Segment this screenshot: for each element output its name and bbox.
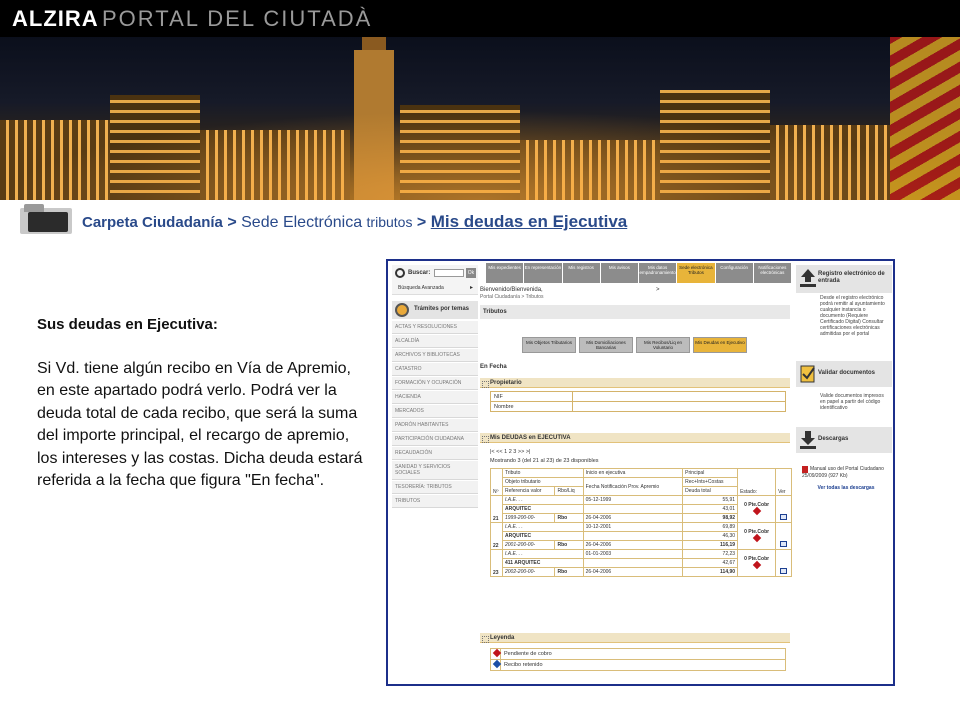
table-row: 23 I.A.E. . . 01-01-2003 72,23 0 Pte.Cob… [490, 549, 792, 577]
leyenda-header: Leyenda [480, 633, 790, 643]
view-receipt-icon[interactable] [780, 568, 788, 574]
search-ok-button[interactable]: Ok [466, 268, 476, 278]
view-receipt-icon[interactable] [780, 514, 788, 520]
tab-registros[interactable]: Mis registros [562, 263, 600, 283]
menu-item[interactable]: Hacienda [392, 391, 478, 404]
portal-subtitle: PORTAL DEL CIUTADÀ [102, 6, 373, 31]
en-fecha-label: En Fecha [480, 364, 507, 370]
breadcrumb-sede-link[interactable]: Sede Electrónica tributos [241, 214, 412, 231]
menu-item[interactable]: Participación ciudadana [392, 433, 478, 446]
view-receipt-icon[interactable] [780, 541, 788, 547]
download-icon [800, 431, 816, 449]
welcome: Bienvenido/Bienvenida, > Portal Ciudadaní… [480, 287, 660, 300]
pending-icon [752, 560, 761, 570]
leyenda-table: Pendiente de cobro Recibo retenido [490, 648, 786, 671]
themes-icon [395, 303, 409, 317]
registro-box[interactable]: Registro electrónico de entrada [796, 265, 892, 293]
menu-item[interactable]: Sanidad y servicios sociales [392, 461, 478, 480]
tab-notificaciones[interactable]: Notificaciones electrónicas [753, 263, 791, 283]
check-document-icon [800, 365, 815, 383]
menu-item[interactable]: Alcaldía [392, 335, 478, 348]
menu-item[interactable]: Mercados [392, 405, 478, 418]
recibos-button[interactable]: Mis Recibos/Liq en Voluntario [636, 337, 690, 353]
pager: |< << 1 2 3 >> >| Mostrando 3 (del 21 al… [490, 448, 599, 466]
menu-item[interactable]: Tesorería: Tributos [392, 481, 478, 494]
tributos-buttons: Mis Objetos Tributarios Mis Domiciliacio… [522, 337, 750, 353]
deudas-button[interactable]: Mis Deudas en Ejecutivo [693, 337, 747, 353]
objetos-button[interactable]: Mis Objetos Tributarios [522, 337, 576, 353]
manual-link[interactable]: Manual uso del Portal Ciudadano 25/09/20… [802, 466, 884, 479]
portal-tabs: Mis expedientes En representación Mis re… [486, 263, 792, 283]
ver-todas-link[interactable]: Ver todas las descargas [802, 485, 890, 491]
top-bar: ALZIRA PORTAL DEL CIUTADÀ [0, 0, 960, 37]
search-icon [395, 268, 405, 278]
arrow-right-icon: ▸ [470, 285, 474, 291]
tab-tributos[interactable]: Sede electrónica Tributos [677, 263, 715, 283]
brand-name: ALZIRA [12, 6, 99, 31]
search-input[interactable] [434, 269, 464, 277]
tab-configuracion[interactable]: Configuración [715, 263, 753, 283]
upload-icon [800, 269, 816, 287]
validar-box[interactable]: Validar documentos [796, 361, 892, 387]
propietario-header: Propietario [480, 378, 790, 388]
tab-empadronamiento[interactable]: Mis datos empadronamiento [639, 263, 677, 283]
domiciliaciones-button[interactable]: Mis Domiciliaciones Bancarias [579, 337, 633, 353]
flag-decoration [890, 37, 960, 200]
table-row: 21 I.A.E. . . 05-12-1999 55,91 0 Pte.Cob… [490, 495, 792, 523]
intro-title: Sus deudas en Ejecutiva: [37, 316, 218, 333]
showing-count: Mostrando 3 (del 21 al 23) de 23 disponi… [490, 458, 599, 464]
city-banner [0, 37, 960, 200]
folder-icon [20, 202, 72, 234]
advanced-search-link[interactable]: Búsqueda Avanzada [398, 285, 444, 291]
pending-icon [752, 533, 761, 543]
portal-sidebar: Buscar: Ok Búsqueda Avanzada ▸ Trámites … [390, 263, 478, 683]
menu-item[interactable]: Tributos [392, 495, 478, 508]
tab-avisos[interactable]: Mis avisos [600, 263, 638, 283]
breadcrumb-current-link[interactable]: Mis deudas en Ejecutiva [431, 212, 628, 231]
portal-screenshot: Buscar: Ok Búsqueda Avanzada ▸ Trámites … [386, 259, 895, 686]
menu-item[interactable]: Archivos y bibliotecas [392, 349, 478, 362]
portal-main: Mis expedientes En representación Mis re… [480, 263, 792, 683]
propietario-table: NIF Nombre [490, 391, 786, 412]
retained-icon [492, 659, 502, 669]
menu-item[interactable]: Padrón habitantes [392, 419, 478, 432]
descargas-list: Manual uso del Portal Ciudadano 25/09/20… [802, 466, 890, 491]
deudas-table: Nº Tributo Inicio en ejecutiva Principal… [490, 468, 792, 577]
search-panel: Buscar: Ok Búsqueda Avanzada ▸ [392, 265, 478, 295]
section-title: Tributos [480, 305, 790, 319]
pending-icon [492, 648, 502, 658]
registro-text: Desde el registro electrónico podrá remi… [820, 295, 885, 337]
intro-text: Si Vd. tiene algún recibo en Vía de Apre… [37, 360, 363, 490]
menu-item[interactable]: Recaudación [392, 447, 478, 460]
menu-item[interactable]: Formación y ocupación [392, 377, 478, 390]
table-row: 22 I.A.E. . . 10-12-2001 69,89 0 Pte.Cob… [490, 522, 792, 550]
menu-item[interactable]: Catastro [392, 363, 478, 376]
pager-links[interactable]: |< << 1 2 3 >> >| [490, 449, 530, 455]
menu-item[interactable]: Actas y resoluciones [392, 321, 478, 334]
validar-text: Valide documentos impresos en papel a pa… [820, 393, 884, 411]
deudas-header: Mis DEUDAS en EJECUTIVA [480, 433, 790, 443]
portal-right-panel: Registro electrónico de entrada Desde el… [796, 263, 892, 523]
tab-expedientes[interactable]: Mis expedientes [486, 263, 524, 283]
welcome-path: Portal Ciudadanía > Tributos [480, 294, 544, 300]
tab-representacion[interactable]: En representación [524, 263, 562, 283]
breadcrumb: Carpeta Ciudadanía > Sede Electrónica tr… [82, 212, 628, 231]
themes-header: Trámites por temas [392, 301, 478, 319]
pending-icon [752, 506, 761, 516]
descargas-box[interactable]: Descargas [796, 427, 892, 453]
breadcrumb-carpeta-link[interactable]: Carpeta Ciudadanía [82, 214, 223, 231]
themes-menu: Actas y resoluciones Alcaldía Archivos y… [392, 321, 478, 509]
pdf-icon [802, 466, 808, 473]
